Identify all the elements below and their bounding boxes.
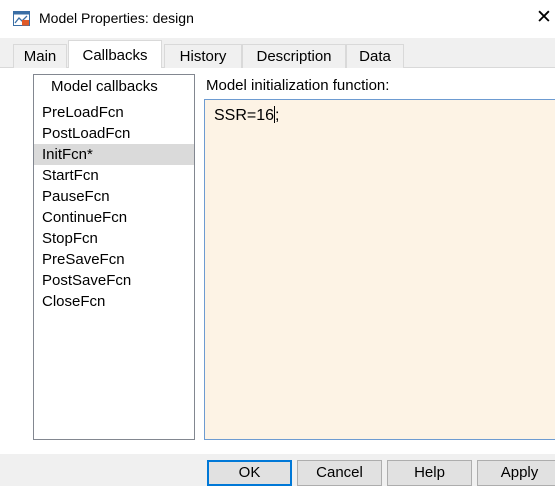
callback-item-initfcn[interactable]: InitFcn* <box>34 144 194 165</box>
callback-item-preloadfcn[interactable]: PreLoadFcn <box>34 102 194 123</box>
tab-description[interactable]: Description <box>242 44 346 68</box>
editor-code-before-caret: SSR=16 <box>214 107 275 124</box>
tab-callbacks[interactable]: Callbacks <box>68 40 162 68</box>
callback-item-presavefcn[interactable]: PreSaveFcn <box>34 249 194 270</box>
close-icon[interactable]: ✕ <box>536 6 552 30</box>
callback-item-stopfcn[interactable]: StopFcn <box>34 228 194 249</box>
callback-item-continuefcn[interactable]: ContinueFcn <box>34 207 194 228</box>
callback-item-postloadfcn[interactable]: PostLoadFcn <box>34 123 194 144</box>
callback-item-pausefcn[interactable]: PauseFcn <box>34 186 194 207</box>
cancel-button[interactable]: Cancel <box>297 460 382 486</box>
title-bar: Model Properties: design ✕ <box>0 0 555 38</box>
ok-button[interactable]: OK <box>207 460 292 486</box>
callback-item-postsavefcn[interactable]: PostSaveFcn <box>34 270 194 291</box>
callback-item-closefcn[interactable]: CloseFcn <box>34 291 194 312</box>
help-button[interactable]: Help <box>387 460 472 486</box>
init-function-editor[interactable]: SSR=16; <box>204 99 555 440</box>
window-title: Model Properties: design <box>39 10 194 26</box>
editor-text: SSR=16; <box>214 106 280 125</box>
editor-code-after-caret: ; <box>275 107 280 124</box>
callbacks-heading: Model callbacks <box>51 78 158 95</box>
simulink-model-icon <box>13 11 30 26</box>
callback-item-startfcn[interactable]: StartFcn <box>34 165 194 186</box>
tab-history[interactable]: History <box>164 44 242 68</box>
tab-data[interactable]: Data <box>346 44 404 68</box>
apply-button[interactable]: Apply <box>477 460 555 486</box>
function-label: Model initialization function: <box>206 77 390 94</box>
tab-main[interactable]: Main <box>13 44 67 68</box>
